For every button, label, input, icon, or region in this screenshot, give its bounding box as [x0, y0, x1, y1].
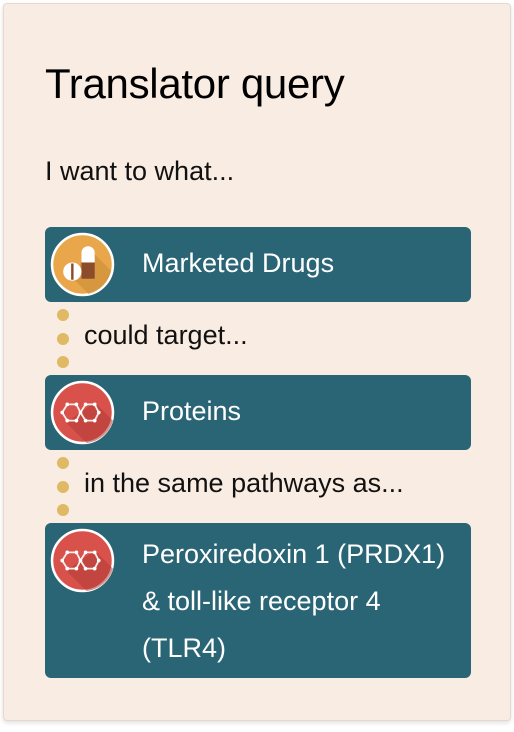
step-proteins[interactable]: Proteins	[45, 375, 471, 450]
step-prdx1-tlr4[interactable]: Peroxiredoxin 1 (PRDX1) & toll-like rece…	[45, 523, 471, 678]
intro-text: I want to what...	[45, 156, 235, 186]
molecule-icon	[50, 380, 115, 445]
step-marketed-drugs[interactable]: Marketed Drugs	[45, 227, 471, 302]
connector-could-target: could target...	[45, 302, 485, 376]
connector-same-pathways: in the same pathways as...	[45, 450, 485, 524]
molecule-icon	[50, 528, 115, 593]
connector-dot	[57, 333, 69, 345]
card-title: Translator query	[45, 60, 345, 107]
connector-dot	[57, 356, 69, 368]
connector-dot	[57, 309, 69, 321]
step-label: Proteins	[142, 396, 242, 426]
connector-dot	[57, 481, 69, 493]
step-label: Peroxiredoxin 1 (PRDX1) & toll-like rece…	[142, 539, 446, 663]
connector-dot	[57, 457, 69, 469]
connector-text: in the same pathways as...	[84, 468, 404, 498]
step-label: Marketed Drugs	[142, 248, 335, 278]
connector-text: could target...	[84, 320, 248, 350]
connector-dot	[57, 504, 69, 516]
pills-icon	[50, 232, 115, 297]
translator-query-card: Translator query I want to what... Marke…	[3, 3, 511, 721]
